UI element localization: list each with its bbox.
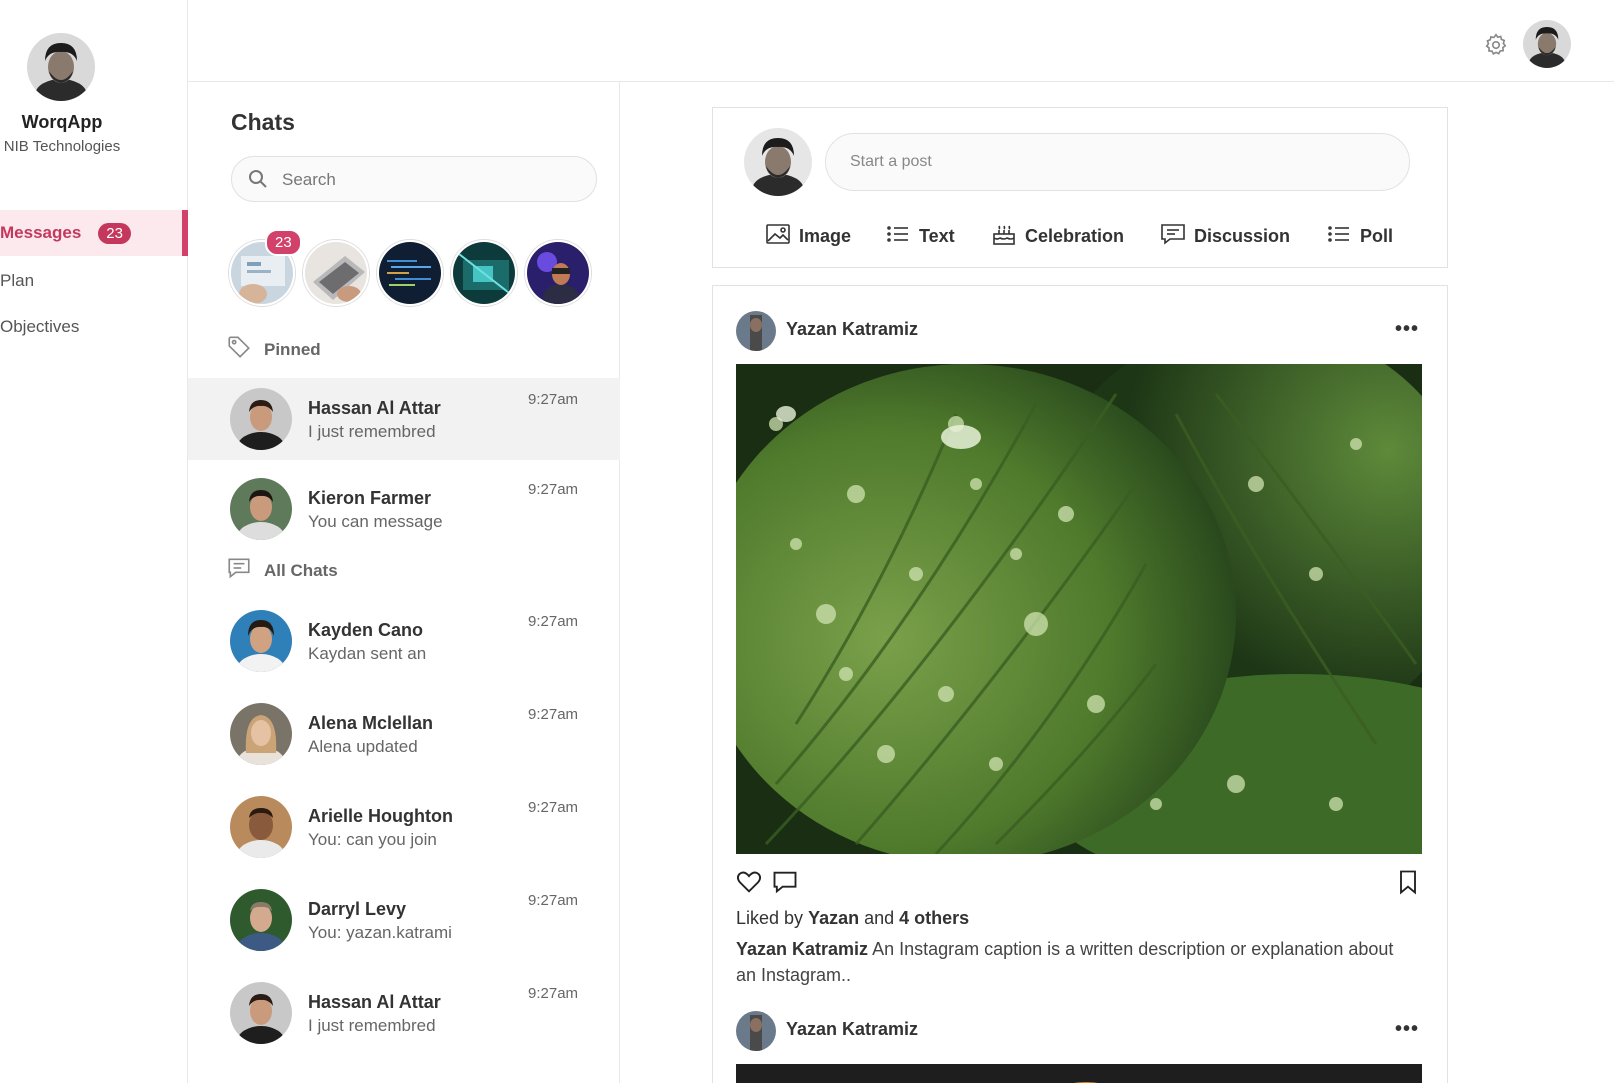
chat-preview: You: can you join (308, 830, 437, 849)
nav-item-label: Plan (0, 271, 35, 290)
nav-item-label: Messages (0, 223, 82, 242)
chat-bubble-icon (1160, 222, 1186, 251)
chat-row[interactable]: Kayden Cano Kaydan sent an 9:27am (188, 600, 620, 682)
post-author[interactable]: Yazan Katramiz (786, 1019, 918, 1040)
likes-summary[interactable]: Liked by Yazan and 4 others (736, 908, 969, 929)
post-caption: Yazan Katramiz An Instagram caption is a… (736, 939, 1394, 985)
avatar (230, 703, 292, 765)
chat-row[interactable]: Arielle Houghton You: can you join 9:27a… (188, 786, 620, 868)
chat-time: 9:27am (528, 706, 579, 723)
search-input[interactable] (282, 167, 572, 193)
image-post-button[interactable]: Image (765, 222, 851, 251)
story-avatar[interactable] (303, 240, 369, 306)
chat-name: Darryl Levy (308, 899, 407, 919)
chat-preview: You can message (308, 512, 443, 531)
chat-preview: You: yazan.katrami (308, 923, 452, 942)
start-post-field[interactable] (825, 133, 1410, 191)
chat-name: Hassan Al Attar (308, 398, 441, 418)
celebration-post-button[interactable]: Celebration (991, 222, 1124, 251)
discussion-post-button[interactable]: Discussion (1160, 222, 1290, 251)
avatar[interactable] (736, 1011, 776, 1051)
avatar (744, 128, 812, 196)
chat-preview: Alena updated (308, 737, 418, 756)
avatar (230, 796, 292, 858)
story-avatar[interactable] (525, 240, 591, 306)
chat-time: 9:27am (528, 799, 579, 816)
avatar (230, 610, 292, 672)
top-bar (188, 0, 1614, 82)
story-avatar[interactable] (451, 240, 517, 306)
chat-preview: I just remembred (308, 422, 436, 441)
story-avatar[interactable] (377, 240, 443, 306)
tag-icon (226, 334, 252, 365)
nav-item-label: Objectives (0, 317, 80, 336)
chat-row[interactable]: Hassan Al Attar I just remembred 9:27am (188, 378, 620, 460)
chat-name: Hassan Al Attar (308, 992, 441, 1012)
app-window: WorqApp NIB Technologies Messages 23 Pla… (0, 0, 1614, 1083)
chat-name: Alena Mclellan (308, 713, 434, 733)
comment-icon[interactable] (771, 868, 799, 896)
chats-panel: Chats 23 (188, 82, 620, 1083)
all-chats-section-label: All Chats (226, 555, 338, 586)
gear-icon[interactable] (1483, 32, 1509, 58)
avatar (230, 388, 292, 450)
chat-row[interactable]: Darryl Levy You: yazan.katrami 9:27am (188, 879, 620, 961)
chat-name: Arielle Houghton (308, 806, 453, 826)
chat-time: 9:27am (528, 613, 579, 630)
chat-name: Kayden Cano (308, 620, 424, 640)
brand-org: NIB Technologies (3, 138, 121, 155)
poll-post-button[interactable]: Poll (1326, 222, 1393, 251)
list-icon (885, 222, 911, 251)
search-icon (248, 169, 268, 189)
chat-time: 9:27am (528, 892, 579, 909)
nav-item-plan[interactable]: Plan (0, 258, 188, 304)
chat-name: Kieron Farmer (308, 488, 432, 508)
nav-item-messages[interactable]: Messages 23 (0, 210, 188, 256)
post-image[interactable] (736, 1064, 1422, 1083)
left-nav: WorqApp NIB Technologies Messages 23 Pla… (0, 0, 188, 1083)
avatar (230, 889, 292, 951)
chats-title: Chats (231, 109, 295, 135)
heart-icon[interactable] (735, 868, 763, 896)
text-post-button[interactable]: Text (885, 222, 955, 251)
pinned-section-label: Pinned (226, 334, 321, 365)
post-composer: Image Text Celebration Discussion Poll (712, 107, 1448, 268)
user-avatar[interactable] (1523, 20, 1571, 68)
chat-row[interactable]: Kieron Farmer You can message 9:27am (188, 468, 620, 550)
brand-name: WorqApp (21, 112, 103, 132)
post-author[interactable]: Yazan Katramiz (786, 319, 918, 340)
chat-preview: I just remembred (308, 1016, 436, 1035)
post-image[interactable] (736, 364, 1422, 854)
cake-icon (991, 222, 1017, 251)
chat-time: 9:27am (528, 985, 579, 1002)
more-options-icon[interactable]: ••• (1395, 318, 1419, 341)
nav-item-objectives[interactable]: Objectives (0, 304, 188, 350)
brand-avatar[interactable] (27, 33, 95, 101)
list-icon (1326, 222, 1352, 251)
image-icon (765, 222, 791, 251)
chat-bubble-icon (226, 555, 252, 586)
feed-post: Yazan Katramiz ••• Liked by Yazan and 4 … (712, 285, 1448, 1083)
story-unread-badge: 23 (265, 229, 302, 256)
avatar[interactable] (736, 311, 776, 351)
chat-time: 9:27am (528, 481, 579, 498)
start-post-input[interactable] (850, 150, 1370, 174)
chat-row[interactable]: Hassan Al Attar I just remembred 9:27am (188, 972, 620, 1054)
avatar (230, 478, 292, 540)
chat-time: 9:27am (528, 391, 579, 408)
messages-count-badge: 23 (98, 222, 131, 244)
chat-row[interactable]: Alena Mclellan Alena updated 9:27am (188, 693, 620, 775)
bookmark-icon[interactable] (1394, 868, 1422, 896)
chat-preview: Kaydan sent an (308, 644, 427, 663)
avatar (230, 982, 292, 1044)
chat-search[interactable] (231, 156, 597, 202)
more-options-icon[interactable]: ••• (1395, 1018, 1419, 1041)
